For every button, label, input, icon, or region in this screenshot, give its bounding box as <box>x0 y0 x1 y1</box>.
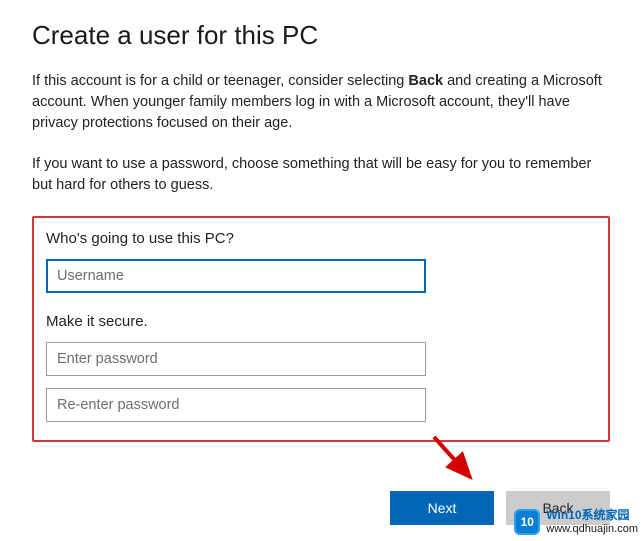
next-button[interactable]: Next <box>390 491 494 525</box>
username-input[interactable] <box>46 259 426 293</box>
button-row: Next Back <box>390 491 610 525</box>
confirm-password-input[interactable] <box>46 388 426 422</box>
intro-text-prefix: If this account is for a child or teenag… <box>32 73 408 89</box>
form-highlight-box: Who's going to use this PC? Make it secu… <box>32 216 610 442</box>
password-input[interactable] <box>46 342 426 376</box>
intro-paragraph-1: If this account is for a child or teenag… <box>32 71 610 134</box>
who-question-label: Who's going to use this PC? <box>46 230 596 247</box>
intro-paragraph-2: If you want to use a password, choose so… <box>32 154 610 196</box>
back-button[interactable]: Back <box>506 491 610 525</box>
make-secure-label: Make it secure. <box>46 313 596 330</box>
intro-bold-back: Back <box>408 73 443 89</box>
page-title: Create a user for this PC <box>32 20 610 51</box>
